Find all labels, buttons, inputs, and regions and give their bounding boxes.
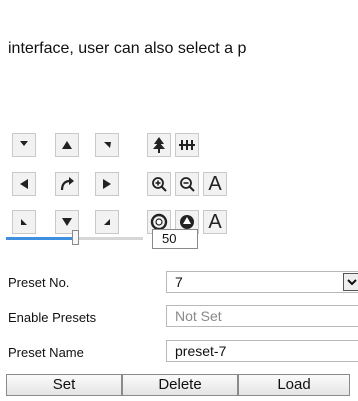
pan-up-right-button[interactable] [95,133,119,157]
arrow-up-icon [62,141,72,149]
chevron-down-icon[interactable] [343,273,358,291]
zoom-out-button[interactable] [175,172,199,196]
preset-number-value: 7 [175,274,183,290]
arrow-up-right-icon [104,142,111,148]
speed-slider-fill [6,237,75,240]
focus-far-icon: A [208,210,222,233]
pan-up-left-button[interactable] [12,133,36,157]
pan-down-left-button[interactable] [12,210,36,234]
preset-number-select[interactable]: 7 [166,271,358,293]
pan-down-right-button[interactable] [95,210,119,234]
wiper-button[interactable] [147,133,171,157]
pan-right-button[interactable] [95,172,119,196]
auto-rotate-icon [60,177,74,191]
speed-slider-thumb[interactable] [71,230,79,245]
arrow-down-left-icon [21,219,27,225]
preset-name-label: Preset Name [8,345,84,360]
enable-presets-field[interactable]: Not Set [166,305,358,327]
light-button[interactable] [175,133,199,157]
preset-name-input[interactable]: preset-7 [166,340,358,362]
arrow-right-icon [103,179,111,189]
pan-up-button[interactable] [55,133,79,157]
zoom-in-icon [152,177,167,192]
arrow-up-left-icon [20,141,28,146]
focus-near-button[interactable]: A [203,172,227,196]
enable-presets-label: Enable Presets [8,310,97,325]
zoom-out-icon [180,177,195,192]
auto-rotate-button[interactable] [55,172,79,196]
intro-text: interface, user can also select a p [8,40,247,57]
preset-number-label: Preset No. [8,275,70,290]
delete-button[interactable]: Delete [122,374,238,396]
set-button[interactable]: Set [6,374,122,396]
arrow-left-icon [20,179,28,189]
arrow-down-right-icon [104,219,110,225]
light-icon [179,140,195,150]
pan-left-button[interactable] [12,172,36,196]
load-button[interactable]: Load [238,374,350,396]
wiper-icon [153,137,165,153]
zoom-in-button[interactable] [147,172,171,196]
speed-value: 50 [152,229,198,249]
arrow-down-icon [62,218,72,226]
focus-near-icon: A [208,172,222,195]
focus-far-button[interactable]: A [203,210,227,234]
